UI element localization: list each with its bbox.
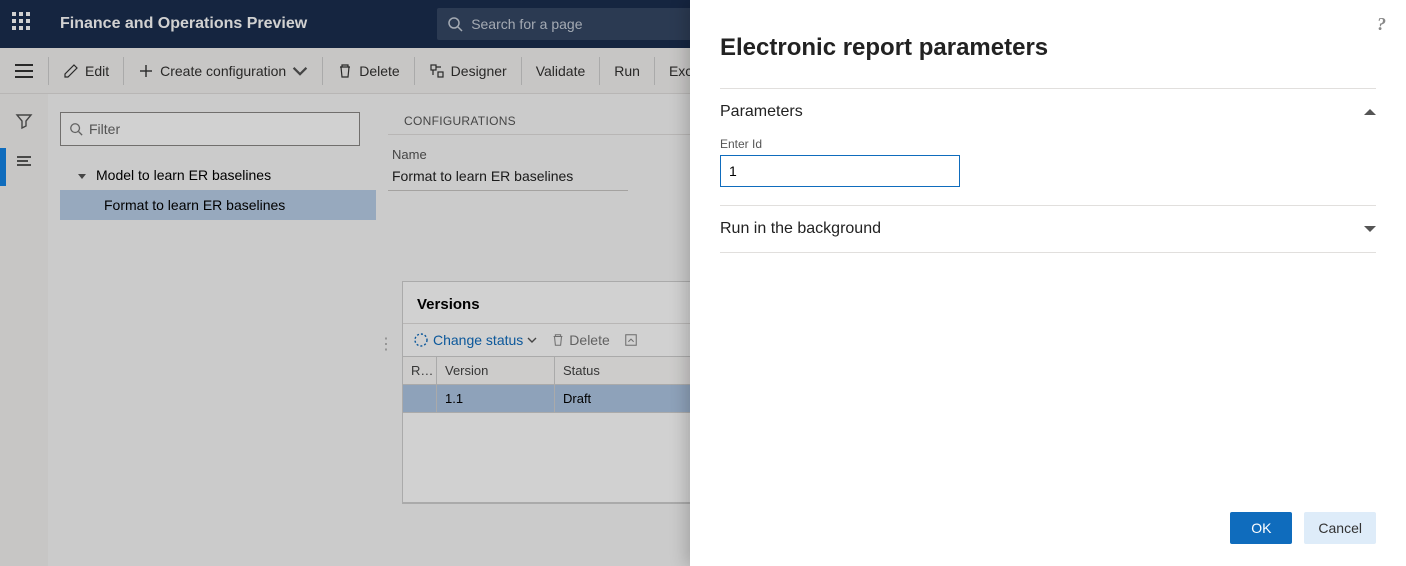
trash-icon	[337, 63, 353, 79]
designer-label: Designer	[451, 63, 507, 79]
dialog-body: Parameters Enter Id Run in the backgroun…	[690, 80, 1406, 498]
cell-r	[403, 385, 437, 413]
resize-handle[interactable]: ⋮	[378, 342, 394, 348]
validate-label: Validate	[536, 63, 586, 79]
trash-icon	[551, 333, 565, 347]
filter-icon[interactable]	[15, 112, 33, 130]
dialog-title: Electronic report parameters ?	[690, 0, 1406, 80]
edit-button[interactable]: Edit	[49, 48, 123, 93]
chevron-down-icon	[292, 63, 308, 79]
tree-panel: Filter Model to learn ER baselines Forma…	[48, 94, 388, 566]
chevron-down-icon	[527, 335, 537, 345]
cancel-button[interactable]: Cancel	[1304, 512, 1376, 544]
plus-icon	[138, 63, 154, 79]
app-title: Finance and Operations Preview	[60, 15, 307, 33]
version-delete-button[interactable]: Delete	[551, 332, 609, 348]
chevron-up-icon	[1364, 109, 1376, 115]
designer-icon	[429, 63, 445, 79]
designer-button[interactable]: Designer	[415, 48, 521, 93]
section-parameters-header[interactable]: Parameters	[720, 103, 1376, 121]
status-icon	[413, 332, 429, 348]
section-parameters: Parameters Enter Id	[720, 88, 1376, 206]
dialog-footer: OK Cancel	[690, 498, 1406, 566]
section-background: Run in the background	[720, 206, 1376, 253]
nav-toggle[interactable]	[0, 48, 48, 93]
create-config-button[interactable]: Create configuration	[124, 48, 322, 93]
search-icon	[447, 16, 463, 32]
search-icon	[69, 122, 83, 136]
search-placeholder: Search for a page	[471, 16, 582, 32]
rail-active-indicator	[0, 148, 6, 186]
change-status-label: Change status	[433, 332, 523, 348]
report-parameters-dialog: Electronic report parameters ? Parameter…	[690, 0, 1406, 566]
tree-node-label: Model to learn ER baselines	[96, 167, 271, 183]
filter-placeholder: Filter	[89, 121, 120, 137]
tree-node-label: Format to learn ER baselines	[104, 197, 285, 213]
name-label: Name	[388, 147, 628, 162]
run-button[interactable]: Run	[600, 48, 654, 93]
edit-icon	[624, 333, 638, 347]
app-launcher-icon[interactable]	[12, 12, 36, 36]
run-label: Run	[614, 63, 640, 79]
edit-label: Edit	[85, 63, 109, 79]
list-view-icon[interactable]	[15, 152, 33, 170]
help-icon[interactable]: ?	[1377, 14, 1386, 35]
name-value[interactable]: Format to learn ER baselines	[388, 162, 628, 191]
change-status-button[interactable]: Change status	[413, 332, 537, 348]
enter-id-input[interactable]	[720, 155, 960, 187]
exchange-label: Exc	[669, 63, 692, 79]
edit-icon	[63, 63, 79, 79]
section-background-header[interactable]: Run in the background	[720, 220, 1376, 238]
validate-button[interactable]: Validate	[522, 48, 600, 93]
section-background-title: Run in the background	[720, 220, 881, 238]
tree-node-child[interactable]: Format to learn ER baselines	[60, 190, 376, 220]
version-extra-button[interactable]	[624, 333, 638, 347]
dialog-title-text: Electronic report parameters	[720, 34, 1048, 61]
left-rail	[0, 94, 48, 566]
col-version-header[interactable]: Version	[437, 357, 555, 385]
tree-node-root[interactable]: Model to learn ER baselines	[60, 160, 376, 190]
delete-button[interactable]: Delete	[323, 48, 413, 93]
tree-filter[interactable]: Filter	[60, 112, 360, 146]
chevron-down-icon	[1364, 226, 1376, 232]
col-r-header[interactable]: R...	[403, 357, 437, 385]
version-delete-label: Delete	[569, 332, 609, 348]
expand-icon	[78, 174, 86, 179]
section-parameters-title: Parameters	[720, 103, 803, 121]
ok-button[interactable]: OK	[1230, 512, 1292, 544]
create-config-label: Create configuration	[160, 63, 286, 79]
cell-version: 1.1	[437, 385, 555, 413]
enter-id-label: Enter Id	[720, 137, 1376, 151]
delete-label: Delete	[359, 63, 399, 79]
